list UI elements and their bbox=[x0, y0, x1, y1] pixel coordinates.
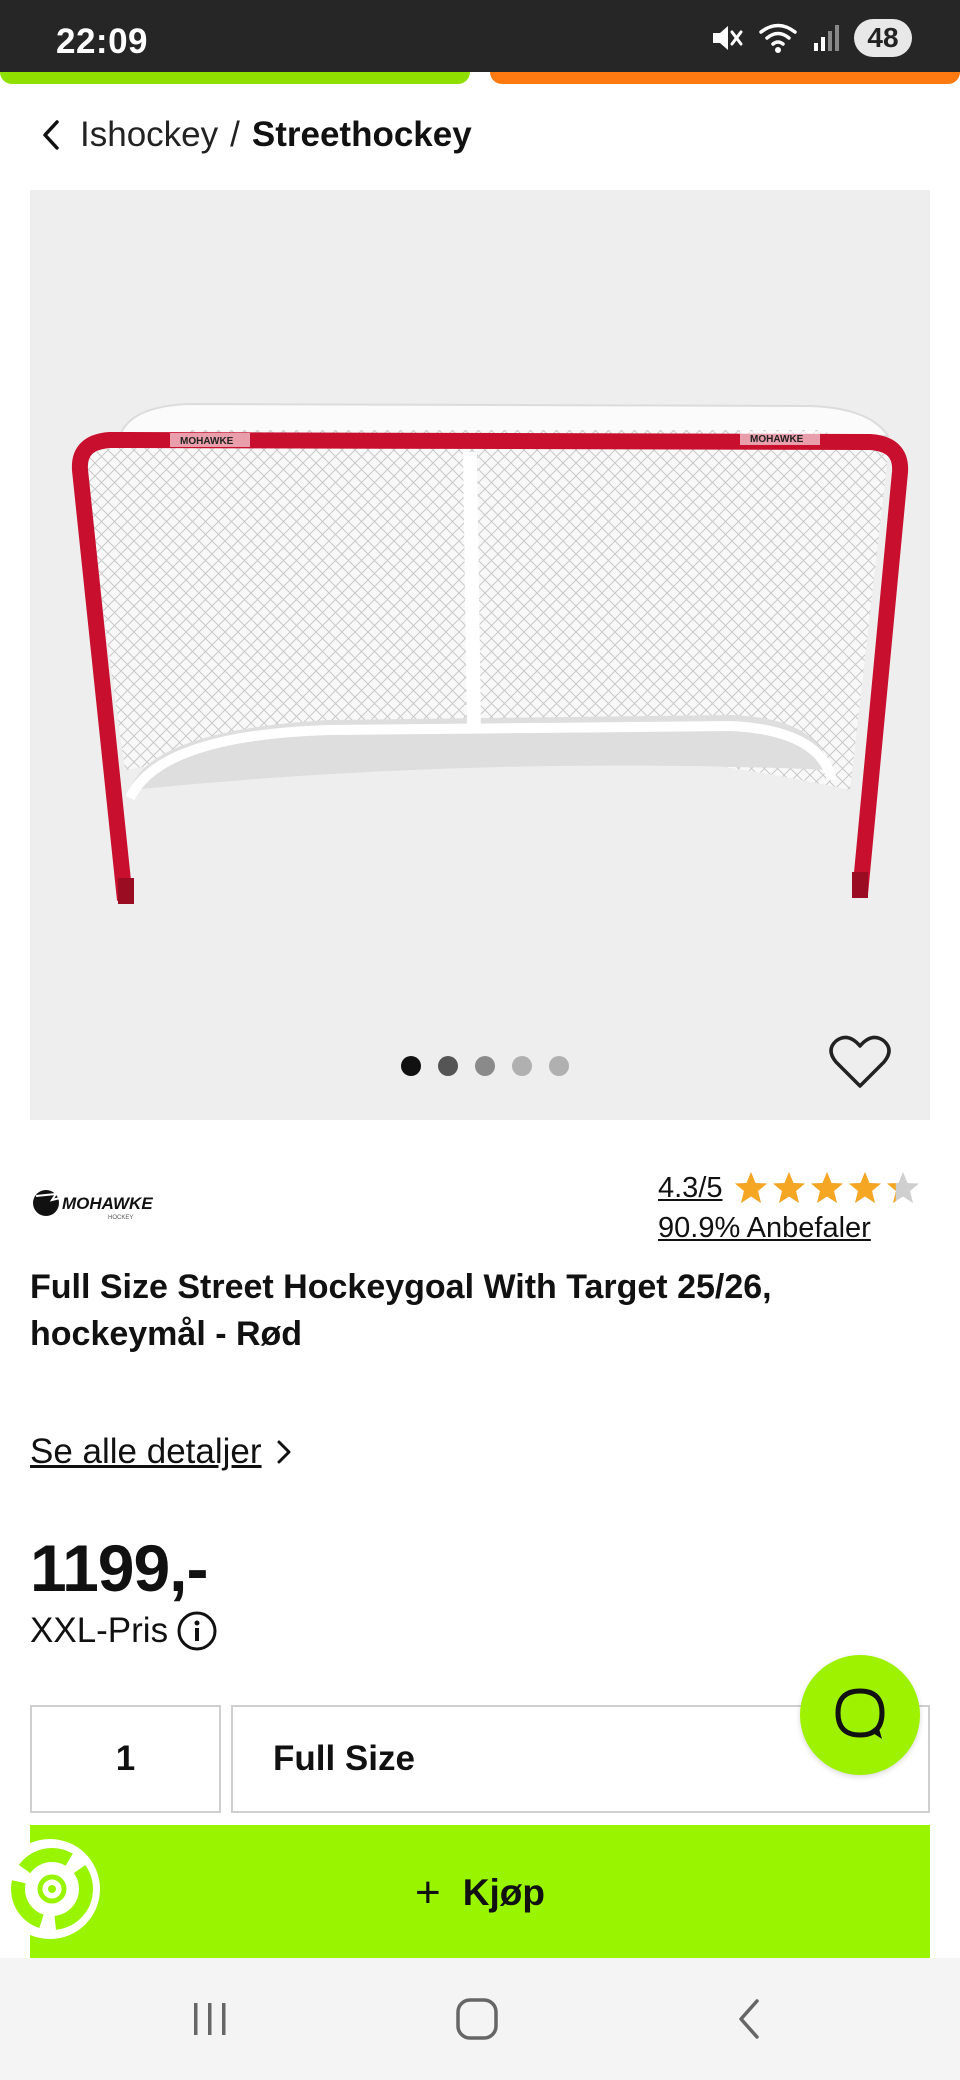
rating-stars bbox=[733, 1170, 921, 1206]
recommend-percentage[interactable]: 90.9% Anbefaler bbox=[658, 1212, 921, 1245]
signal-icon bbox=[814, 25, 839, 51]
product-image: MOHAWKE MOHAWKE bbox=[71, 402, 909, 904]
star-icon bbox=[734, 1172, 767, 1203]
star-icon bbox=[810, 1172, 843, 1203]
price-label-row: XXL-Pris bbox=[30, 1610, 218, 1652]
status-time: 22:09 bbox=[56, 22, 149, 61]
plus-icon: + bbox=[415, 1868, 441, 1917]
quantity-selector[interactable]: 1 bbox=[30, 1705, 221, 1813]
buy-label: Kjøp bbox=[462, 1872, 545, 1913]
story-progress-bar-2 bbox=[490, 72, 960, 84]
carousel-dot[interactable] bbox=[438, 1056, 458, 1076]
heart-outline-icon[interactable] bbox=[828, 1032, 892, 1092]
system-nav-bar bbox=[0, 1958, 960, 2080]
chevron-right-icon bbox=[277, 1440, 291, 1464]
star-icon bbox=[772, 1172, 805, 1203]
carousel-dot[interactable] bbox=[475, 1056, 495, 1076]
back-chevron-icon[interactable] bbox=[40, 115, 70, 155]
mute-icon bbox=[713, 26, 743, 50]
breadcrumb-parent-link[interactable]: Ishockey bbox=[80, 115, 218, 155]
home-icon[interactable] bbox=[447, 1994, 507, 2044]
star-icon bbox=[886, 1172, 919, 1203]
see-all-details-label: Se alle detaljer bbox=[30, 1432, 262, 1471]
price-label: XXL-Pris bbox=[30, 1611, 169, 1650]
product-price: 1199,- bbox=[30, 1531, 208, 1605]
carousel-dots bbox=[30, 1056, 930, 1076]
svg-text:MOHAWKE: MOHAWKE bbox=[750, 434, 804, 445]
product-image-gallery[interactable]: MOHAWKE MOHAWKE bbox=[30, 190, 930, 1120]
rating-score[interactable]: 4.3/5 bbox=[658, 1172, 723, 1205]
wifi-icon bbox=[759, 23, 797, 53]
carousel-dot[interactable] bbox=[549, 1056, 569, 1076]
svg-text:MOHAWKE: MOHAWKE bbox=[180, 436, 234, 447]
recent-apps-icon[interactable] bbox=[180, 1994, 240, 2044]
back-icon[interactable] bbox=[718, 1994, 778, 2044]
brand-logo[interactable]: MOHAWKE HOCKEY bbox=[30, 1186, 160, 1222]
svg-text:MOHAWKE: MOHAWKE bbox=[62, 1194, 153, 1213]
carousel-dot[interactable] bbox=[401, 1056, 421, 1076]
status-icons: 48 bbox=[710, 19, 912, 57]
loyalty-badge-icon[interactable] bbox=[0, 1830, 108, 1948]
info-icon[interactable] bbox=[176, 1610, 218, 1652]
carousel-dot[interactable] bbox=[512, 1056, 532, 1076]
star-icon bbox=[848, 1172, 881, 1203]
breadcrumb-separator: / bbox=[230, 115, 240, 154]
svg-text:HOCKEY: HOCKEY bbox=[108, 1215, 133, 1221]
rating-block[interactable]: 4.3/5 90.9% Anbefaler bbox=[658, 1170, 921, 1245]
chat-button[interactable] bbox=[800, 1655, 920, 1775]
buy-button[interactable]: + Kjøp bbox=[30, 1825, 930, 1961]
product-title: Full Size Street Hockeygoal With Target … bbox=[30, 1268, 772, 1353]
battery-indicator: 48 bbox=[854, 19, 912, 57]
status-bar: 22:09 48 bbox=[0, 0, 960, 72]
breadcrumb-current: Streethockey bbox=[251, 115, 472, 154]
breadcrumb: Ishockey / Streethockey bbox=[40, 110, 472, 160]
see-all-details-link[interactable]: Se alle detaljer bbox=[30, 1432, 294, 1472]
chat-bubble-icon bbox=[835, 1688, 885, 1739]
story-progress-bar-1 bbox=[0, 72, 470, 84]
